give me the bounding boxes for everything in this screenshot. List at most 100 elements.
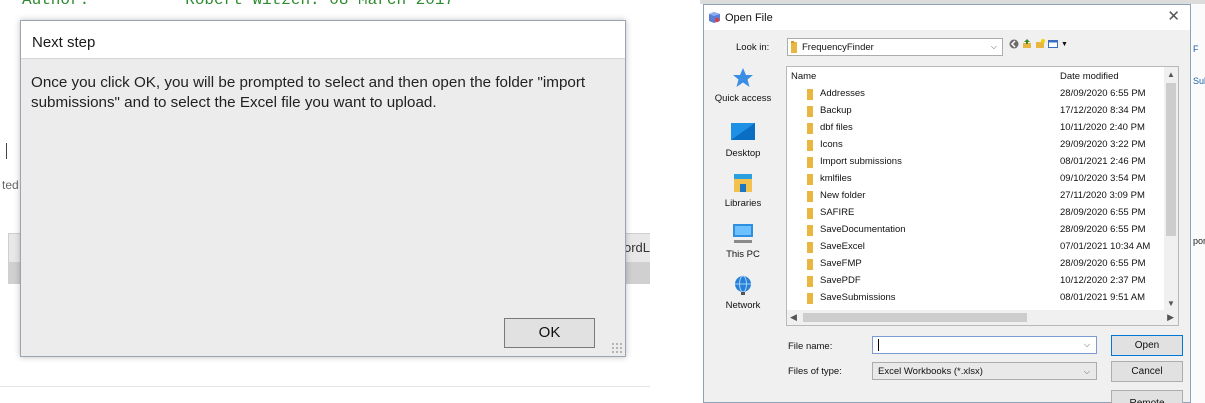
file-row[interactable]: SaveDocumentation 28/09/2020 6:55 PM <box>787 221 1167 238</box>
file-row[interactable]: dbf files 10/11/2020 2:40 PM <box>787 119 1167 136</box>
place-this-pc[interactable]: This PC <box>707 223 779 260</box>
file-name: Import submissions <box>820 156 902 167</box>
background-fragment-ordl: ordL <box>624 240 650 255</box>
new-folder-icon[interactable] <box>1035 39 1045 49</box>
folder-icon <box>807 259 813 270</box>
file-row[interactable]: SaveFMP 28/09/2020 6:55 PM <box>787 255 1167 272</box>
file-name: kmlfiles <box>820 173 852 184</box>
next-step-screenshot: Author: Robert Witzen: 08 March 2017 ted… <box>0 0 650 403</box>
chevron-down-icon[interactable]: ⌵ <box>1084 340 1090 350</box>
file-type-dropdown[interactable]: Excel Workbooks (*.xlsx) ⌵ <box>872 362 1097 380</box>
place-quick-access[interactable]: Quick access <box>707 67 779 104</box>
folder-icon <box>807 225 813 236</box>
close-icon[interactable]: ✕ <box>1167 9 1180 24</box>
folder-icon <box>807 174 813 185</box>
file-type-label: Files of type: <box>788 366 842 377</box>
file-row[interactable]: SavePDF 10/12/2020 2:37 PM <box>787 272 1167 289</box>
open-button[interactable]: Open <box>1111 335 1183 356</box>
vertical-scrollbar[interactable]: ▲ ▼ <box>1164 67 1178 312</box>
horizontal-scrollbar[interactable]: ◀ ▶ <box>787 310 1178 325</box>
dialog-titlebar: Open File <box>704 5 1190 30</box>
file-date: 28/09/2020 6:55 PM <box>1060 258 1146 269</box>
file-date: 10/12/2020 2:37 PM <box>1060 275 1146 286</box>
vertical-scroll-thumb[interactable] <box>1166 83 1176 236</box>
background-right-edge <box>1190 4 1205 403</box>
resize-grip-icon[interactable] <box>611 342 623 354</box>
file-row[interactable]: Backup 17/12/2020 8:34 PM <box>787 102 1167 119</box>
scroll-up-icon[interactable]: ▲ <box>1167 70 1175 79</box>
back-icon[interactable] <box>1009 39 1019 49</box>
file-name: Backup <box>820 105 852 116</box>
dialog-message: Once you click OK, you will be prompted … <box>31 74 586 111</box>
file-date: 07/01/2021 10:34 AM <box>1060 241 1151 252</box>
file-date: 10/11/2020 2:40 PM <box>1060 122 1145 133</box>
horizontal-scroll-thumb[interactable] <box>803 313 1027 322</box>
background-fragment-f: F <box>1193 44 1199 54</box>
file-type-value: Excel Workbooks (*.xlsx) <box>878 366 983 377</box>
place-label: Desktop <box>725 148 761 159</box>
file-row[interactable]: Import submissions 08/01/2021 2:46 PM <box>787 153 1167 170</box>
folder-icon <box>807 208 813 219</box>
file-date: 09/10/2020 3:54 PM <box>1060 173 1146 184</box>
place-libraries[interactable]: Libraries <box>707 172 779 209</box>
file-row[interactable]: New folder 27/11/2020 3:09 PM <box>787 187 1167 204</box>
file-date: 28/09/2020 6:55 PM <box>1060 88 1146 99</box>
scroll-down-icon[interactable]: ▼ <box>1167 299 1175 308</box>
place-label: Network <box>725 300 761 311</box>
open-file-dialog: Open File ✕ Look in: FrequencyFinder ⌵ ▼… <box>703 4 1191 403</box>
file-name: SaveFMP <box>820 258 862 269</box>
file-name: SaveExcel <box>820 241 865 252</box>
file-name-label: File name: <box>788 341 833 352</box>
column-header-date[interactable]: Date modified <box>1060 71 1119 82</box>
ok-button[interactable]: OK <box>504 318 595 348</box>
look-in-label: Look in: <box>736 42 770 53</box>
app-icon <box>709 12 720 23</box>
text-caret <box>878 339 879 351</box>
background-fragment-ted: ted <box>2 178 19 192</box>
look-in-dropdown[interactable]: FrequencyFinder ⌵ <box>787 38 1003 56</box>
file-name: Icons <box>820 139 843 150</box>
dialog-title: Open File <box>725 11 773 24</box>
place-desktop[interactable]: Desktop <box>707 122 779 159</box>
chevron-down-icon: ⌵ <box>990 42 997 51</box>
file-row[interactable]: SAFIRE 28/09/2020 6:55 PM <box>787 204 1167 221</box>
file-row[interactable]: SaveSubmissions 08/01/2021 9:51 AM <box>787 289 1167 306</box>
place-network[interactable]: Network <box>707 274 779 311</box>
file-name-input[interactable] <box>872 336 1097 354</box>
scroll-left-icon[interactable]: ◀ <box>790 312 797 323</box>
folder-icon <box>807 89 813 100</box>
file-date: 28/09/2020 6:55 PM <box>1060 207 1146 218</box>
file-row[interactable]: kmlfiles 09/10/2020 3:54 PM <box>787 170 1167 187</box>
file-name: SaveSubmissions <box>820 292 896 303</box>
file-row[interactable]: Addresses 28/09/2020 6:55 PM <box>787 85 1167 102</box>
background-code-line: Author: Robert Witzen: 08 March 2017 <box>22 0 455 9</box>
place-label: This PC <box>726 249 760 260</box>
file-date: 08/01/2021 2:46 PM <box>1060 156 1146 167</box>
view-menu-icon[interactable] <box>1048 39 1058 49</box>
file-row[interactable]: SaveExcel 07/01/2021 10:34 AM <box>787 238 1167 255</box>
network-icon <box>735 275 751 295</box>
libraries-icon <box>734 174 752 192</box>
background-fragment-porc: porc <box>1193 236 1205 246</box>
background-divider <box>0 386 650 387</box>
folder-icon <box>807 123 813 134</box>
file-date: 08/01/2021 9:51 AM <box>1060 292 1146 303</box>
file-row[interactable]: Icons 29/09/2020 3:22 PM <box>787 136 1167 153</box>
place-label: Libraries <box>724 198 762 209</box>
remote-button[interactable]: Remote <box>1111 390 1183 403</box>
scroll-right-icon[interactable]: ▶ <box>1167 312 1174 323</box>
up-folder-icon[interactable] <box>1022 39 1032 49</box>
column-headers: Name Date modified <box>787 67 1178 83</box>
file-list[interactable]: Name Date modified Addresses 28/09/2020 6… <box>786 66 1179 326</box>
chevron-down-icon[interactable]: ▼ <box>1061 41 1068 48</box>
file-date: 27/11/2020 3:09 PM <box>1060 190 1145 201</box>
next-step-dialog: Next step Once you click OK, you will be… <box>20 20 626 357</box>
look-in-value: FrequencyFinder <box>802 41 874 53</box>
column-header-name[interactable]: Name <box>791 71 816 82</box>
folder-icon <box>807 157 813 168</box>
desktop-icon <box>731 123 755 140</box>
cancel-button[interactable]: Cancel <box>1111 361 1183 382</box>
star-icon <box>733 68 753 87</box>
file-name: SaveDocumentation <box>820 224 906 235</box>
folder-icon <box>791 41 797 53</box>
